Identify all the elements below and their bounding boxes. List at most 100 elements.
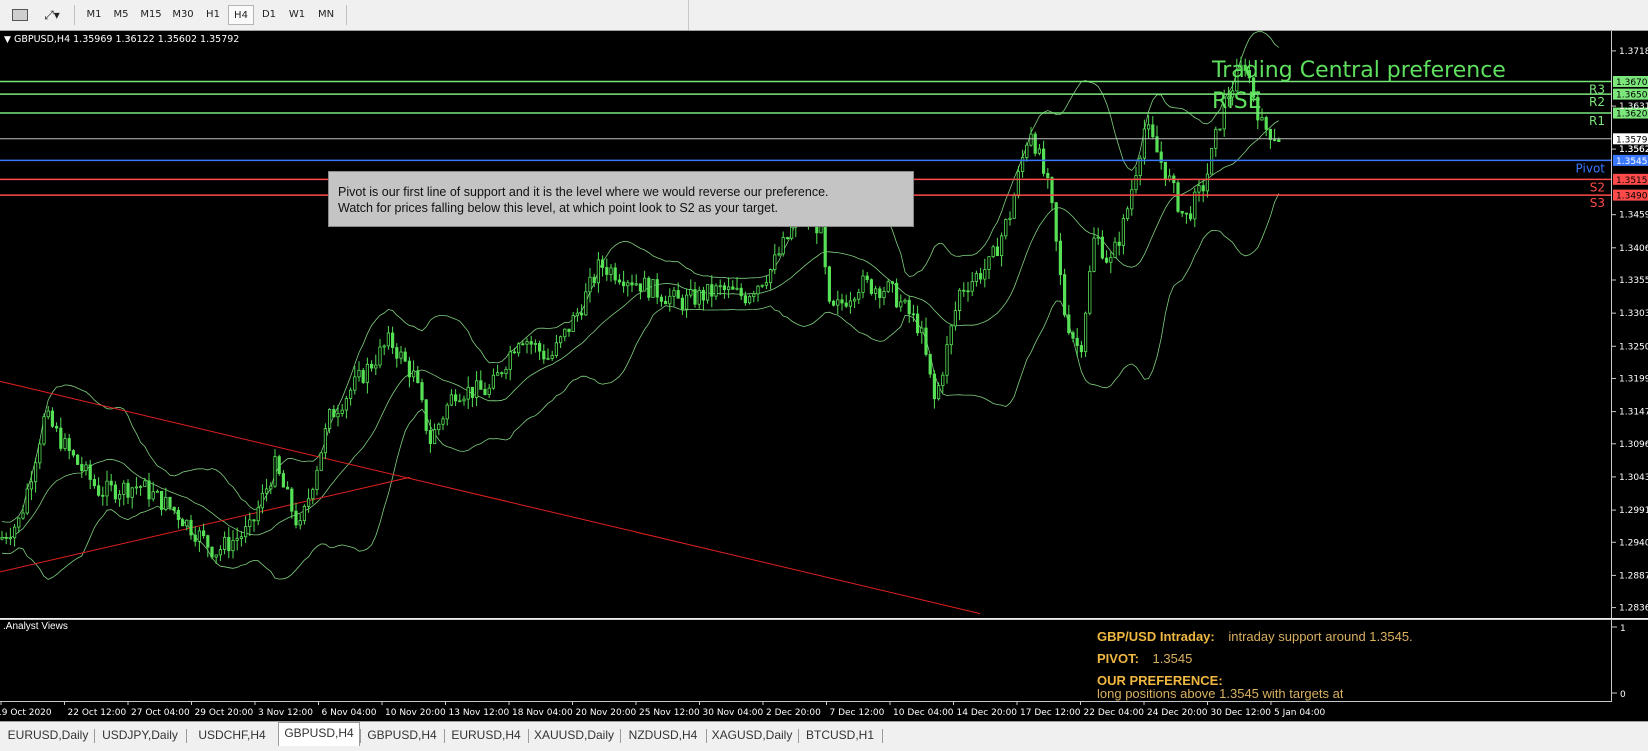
candle-body — [676, 290, 680, 299]
candle-body — [882, 291, 886, 299]
candle-body — [319, 452, 323, 471]
candle-body — [664, 300, 668, 305]
candle-body — [332, 409, 336, 418]
candle-body — [538, 343, 542, 352]
symbol-tab[interactable]: NZDUSD,H4 — [620, 725, 706, 746]
candle-body — [378, 346, 382, 366]
candle-body — [916, 313, 920, 334]
symbol-tab[interactable]: EURUSD,H4 — [444, 725, 528, 746]
candle-body — [1184, 212, 1188, 215]
candle-body — [306, 498, 311, 507]
candle-body — [1096, 236, 1100, 239]
candle-body — [550, 355, 554, 359]
candle-body — [966, 290, 970, 293]
price-tick-label: 1.36310 — [1619, 102, 1648, 112]
candle-body — [231, 539, 235, 552]
candle-body — [895, 282, 899, 308]
candle-body — [159, 490, 164, 510]
candle-body — [441, 418, 445, 425]
timeframe-m1-button[interactable]: M1 — [82, 5, 106, 25]
candle-body — [437, 423, 441, 431]
candle-body — [206, 535, 210, 548]
timeframe-w1-button[interactable]: W1 — [284, 5, 310, 25]
chart-header-arrow[interactable]: ▼ — [4, 35, 11, 45]
candle-body — [479, 380, 483, 390]
candle-body — [785, 237, 790, 239]
candle-body — [395, 347, 399, 359]
candle-body — [983, 269, 987, 280]
chart-window-icon[interactable] — [12, 9, 28, 21]
chart-canvas[interactable]: 1.357921.35629R31.36700R21.36500R11.3620… — [0, 31, 1648, 618]
candle-body — [823, 225, 827, 268]
timeframe-m5-button[interactable]: M5 — [108, 5, 134, 25]
candle-body — [949, 325, 953, 346]
level-price-label: 1.35450 — [1616, 157, 1648, 167]
pivot-value: 1.3545 — [1152, 651, 1193, 666]
price-tick-label: 1.30960 — [1619, 440, 1648, 450]
candle-body — [1197, 185, 1201, 193]
candle-body — [941, 374, 945, 387]
candle-body — [164, 496, 168, 510]
timeframe-m30-button[interactable]: M30 — [168, 5, 198, 25]
date-tick-label: 10 Nov 20:00 — [385, 708, 446, 718]
candle-body — [59, 427, 63, 449]
price-tick-label: 1.28875 — [1619, 571, 1648, 581]
analyst-views-panel[interactable]: 1 0 .Analyst Views GBP/USD Intraday: int… — [0, 619, 1648, 701]
candle-body — [1205, 173, 1209, 192]
candle-body — [1037, 148, 1041, 154]
date-axis: 19 Oct 2020 22 Oct 12:00 27 Oct 04:00 29 Oc… — [0, 701, 1612, 721]
date-tick-label: 10 Dec 04:00 — [893, 708, 954, 718]
candle-body — [8, 537, 12, 540]
trendline-up[interactable] — [0, 476, 411, 573]
symbol-tab[interactable]: USDCHF,H4 — [186, 725, 278, 746]
candle-body — [1084, 312, 1088, 353]
candle-body — [323, 428, 328, 454]
candle-body — [42, 416, 46, 445]
symbol-tab[interactable]: USDJPY,Daily — [94, 725, 186, 746]
symbol-tab[interactable]: EURUSD,Daily — [2, 725, 94, 746]
candle-body — [336, 413, 340, 418]
candle-body — [353, 376, 357, 391]
candle-body — [563, 328, 567, 338]
symbol-tab[interactable]: GBPUSD,H4 — [278, 722, 360, 746]
line-studies-icon[interactable]: ⤢▾ — [38, 5, 66, 25]
date-tick-label: 22 Oct 12:00 — [68, 708, 127, 718]
candle-body — [277, 456, 281, 474]
price-tick-label: 1.31995 — [1619, 374, 1648, 384]
timeframe-h4-button[interactable]: H4 — [228, 5, 254, 25]
candle-body — [920, 327, 924, 334]
candle-body — [71, 450, 75, 456]
candle-body — [777, 253, 781, 256]
candle-body — [592, 276, 596, 284]
price-tick-label: 1.30435 — [1619, 473, 1648, 483]
candle-body — [1050, 177, 1054, 204]
candle-body — [722, 285, 727, 291]
candle-body — [348, 389, 353, 399]
candle-body — [521, 343, 525, 346]
timeframe-h1-button[interactable]: H1 — [200, 5, 226, 25]
candle-body — [932, 373, 937, 400]
candle-body — [1079, 345, 1083, 353]
candle-body — [529, 341, 533, 345]
symbol-tab[interactable]: BTCUSD,H1 — [798, 725, 882, 746]
timeframe-d1-button[interactable]: D1 — [256, 5, 282, 25]
candle-body — [126, 482, 130, 498]
trendline-down[interactable] — [0, 380, 981, 615]
candlesticks — [0, 56, 1281, 564]
candle-body — [1210, 147, 1214, 175]
tab-separator — [882, 729, 883, 743]
timeframe-mn-button[interactable]: MN — [312, 5, 340, 25]
timeframe-toolbar: ⤢▾ M1 M5 M15 M30 H1 H4 D1 W1 MN — [0, 0, 1648, 31]
symbol-tab[interactable]: XAUUSD,Daily — [528, 725, 620, 746]
candle-body — [134, 486, 138, 489]
price-chart[interactable]: 1.357921.35629R31.36700R21.36500R11.3620… — [0, 31, 1648, 618]
candle-body — [46, 410, 50, 418]
candle-body — [760, 284, 764, 287]
intraday-label: GBP/USD Intraday: — [1097, 629, 1215, 644]
level-label-pivot: Pivot — [1576, 161, 1606, 175]
symbol-tab[interactable]: XAGUSD,Daily — [706, 725, 798, 746]
candle-body — [1201, 185, 1205, 192]
candle-body — [962, 289, 966, 292]
symbol-tab[interactable]: GBPUSD,H4 — [360, 725, 444, 746]
timeframe-m15-button[interactable]: M15 — [136, 5, 166, 25]
